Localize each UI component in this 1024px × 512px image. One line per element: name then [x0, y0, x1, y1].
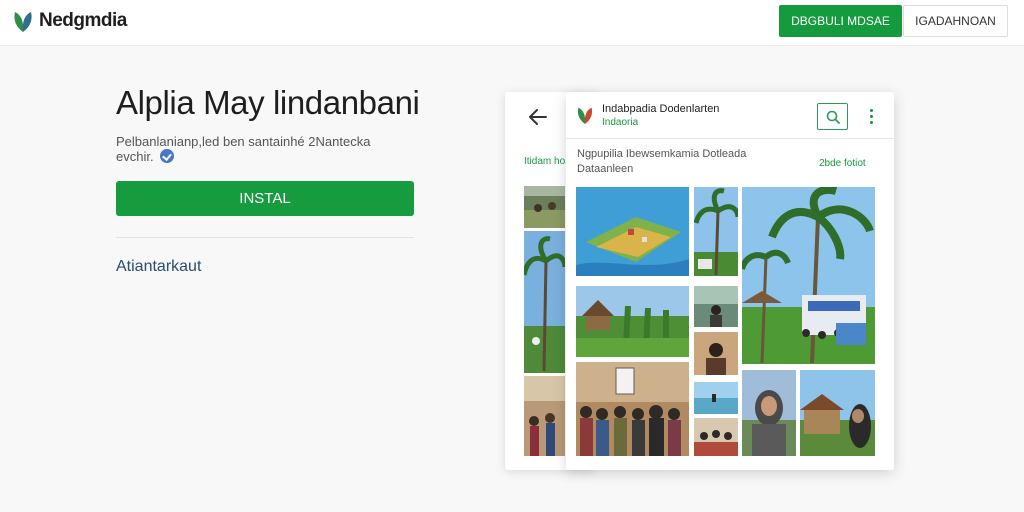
gallery-photo-woman[interactable] [742, 370, 796, 456]
verified-icon [160, 149, 175, 163]
page-title: Alplia May lindanbani [116, 84, 420, 121]
leaf-logo-icon [14, 12, 32, 32]
front-card-title: Indabpadia Dodenlarten [602, 103, 720, 115]
gallery-photo-palm[interactable] [694, 187, 738, 276]
gallery-photo-crowd[interactable] [576, 362, 689, 456]
gallery-photo-house[interactable] [800, 370, 875, 456]
brand-name: Nedgmdia [39, 10, 127, 31]
top-bar: Nedgmdia DBGBULI MDSAE IGADAHNOAN [0, 0, 1024, 46]
header-primary-button[interactable]: DBGBULI MDSAE [779, 5, 902, 37]
gallery-photo[interactable] [524, 231, 565, 373]
header-secondary-button[interactable]: IGADAHNOAN [903, 5, 1008, 37]
app-description-text: Pelbanlanianp,led ben santainhé 2Nanteck… [116, 134, 371, 164]
back-arrow-icon[interactable] [527, 106, 549, 128]
install-button[interactable]: INSTAL [116, 181, 414, 216]
back-card-label: Itidam ho [524, 156, 566, 167]
search-button[interactable] [817, 103, 848, 130]
gallery-photo-map[interactable] [576, 187, 689, 276]
gallery-photo-school[interactable] [742, 187, 875, 364]
front-card-header: Indabpadia Dodenlarten Indaoria [566, 92, 894, 139]
leaf-logo-icon [577, 107, 593, 124]
gallery-photo[interactable] [524, 186, 565, 228]
app-description: Pelbanlanianp,led ben santainhé 2Nanteck… [116, 134, 406, 164]
gallery-photo-beach[interactable] [694, 382, 738, 414]
front-card-subtitle: Indaoria [602, 117, 639, 128]
gallery-photo-group[interactable] [694, 418, 738, 456]
divider [116, 237, 414, 238]
front-card-description: Ngpupilia Ibewsemkamia Dotleada Dataanle… [577, 148, 747, 175]
screenshot-front-card: Indabpadia Dodenlarten Indaoria Ngpupili… [566, 92, 894, 470]
brand[interactable]: Nedgmdia [12, 8, 127, 34]
about-link[interactable]: Atiantarkaut [116, 258, 201, 276]
more-vert-icon[interactable] [864, 106, 878, 126]
search-icon [826, 110, 840, 124]
gallery-photo-village[interactable] [576, 286, 689, 357]
gallery-photo-classroom[interactable] [694, 286, 738, 327]
gallery-photo-portrait[interactable] [694, 332, 738, 375]
gallery-photo[interactable] [524, 376, 565, 456]
see-more-link[interactable]: 2bde fotiot [819, 158, 866, 169]
